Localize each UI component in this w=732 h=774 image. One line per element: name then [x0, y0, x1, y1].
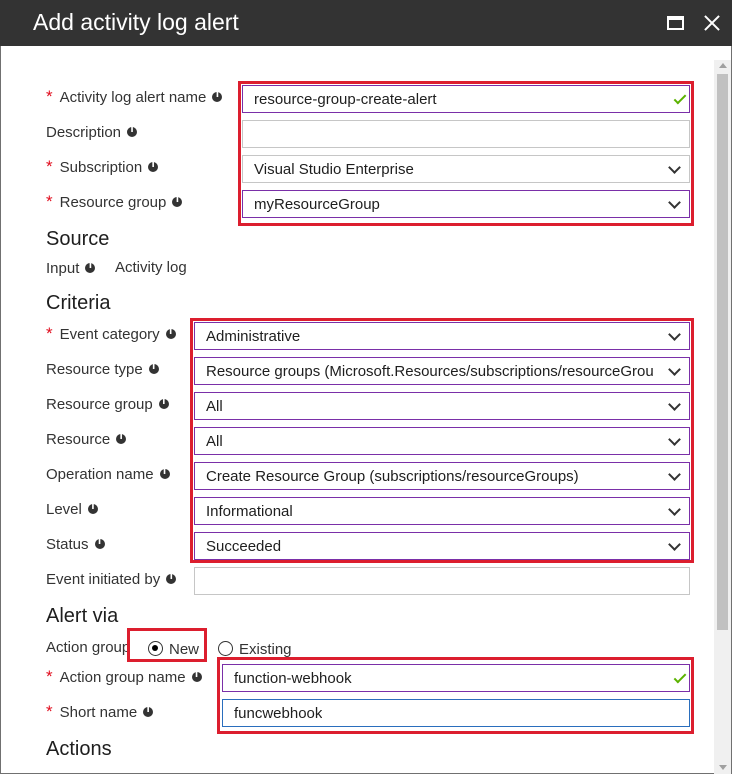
action-group-label: Action group [46, 638, 131, 656]
info-icon[interactable] [165, 327, 176, 339]
info-icon[interactable] [127, 125, 138, 137]
info-icon[interactable] [166, 572, 177, 584]
chevron-down-icon [668, 196, 681, 209]
close-icon[interactable] [700, 11, 724, 35]
action-group-name-input[interactable]: function-webhook [222, 664, 690, 692]
source-heading: Source [46, 228, 110, 250]
info-icon[interactable] [87, 502, 98, 514]
status-select[interactable]: Succeeded [194, 532, 690, 560]
chevron-down-icon [668, 503, 681, 516]
info-icon[interactable] [148, 160, 159, 172]
scroll-up-icon[interactable] [719, 63, 727, 68]
description-input[interactable] [242, 120, 690, 148]
resource-label: Resource [46, 428, 127, 450]
info-icon[interactable] [148, 362, 159, 374]
chevron-down-icon [668, 398, 681, 411]
resource-type-select[interactable]: Resource groups (Microsoft.Resources/sub… [194, 357, 690, 385]
info-icon[interactable] [143, 705, 154, 717]
required-marker: * [46, 87, 53, 106]
radio-button[interactable] [218, 640, 233, 656]
resource-select[interactable]: All [194, 427, 690, 455]
chevron-down-icon [668, 468, 681, 481]
radio-new[interactable]: New [148, 638, 199, 658]
valid-check-icon [673, 670, 687, 684]
short-name-input[interactable]: funcwebhook [222, 699, 690, 727]
info-icon[interactable] [159, 467, 170, 479]
required-marker: * [46, 324, 53, 343]
operation-name-label: Operation name [46, 463, 170, 485]
alert-via-heading: Alert via [46, 605, 119, 627]
required-marker: * [46, 667, 53, 686]
info-icon[interactable] [172, 195, 183, 207]
valid-check-icon [673, 91, 687, 105]
chevron-down-icon [668, 328, 681, 341]
maximize-icon[interactable] [664, 11, 688, 35]
alert-name-input[interactable]: resource-group-create-alert [242, 85, 690, 113]
subscription-label: * Subscription [46, 156, 159, 178]
info-icon[interactable] [212, 90, 223, 102]
level-label: Level [46, 498, 98, 520]
scroll-down-icon[interactable] [719, 765, 727, 770]
input-value: Activity log [115, 259, 187, 276]
chevron-down-icon [668, 161, 681, 174]
event-category-select[interactable]: Administrative [194, 322, 690, 350]
chevron-down-icon [668, 538, 681, 551]
info-icon[interactable] [191, 670, 202, 682]
level-select[interactable]: Informational [194, 497, 690, 525]
criteria-resource-group-label: Resource group [46, 393, 169, 415]
resource-group-select[interactable]: myResourceGroup [242, 190, 690, 218]
criteria-heading: Criteria [46, 292, 111, 314]
chevron-down-icon [668, 433, 681, 446]
resource-type-label: Resource type [46, 358, 159, 380]
criteria-resource-group-select[interactable]: All [194, 392, 690, 420]
info-icon[interactable] [94, 537, 105, 549]
operation-name-select[interactable]: Create Resource Group (subscriptions/res… [194, 462, 690, 490]
required-marker: * [46, 702, 53, 721]
dialog-title: Add activity log alert [33, 9, 239, 35]
subscription-select[interactable]: Visual Studio Enterprise [242, 155, 690, 183]
actions-heading: Actions [46, 738, 112, 760]
description-label: Description [46, 121, 138, 143]
info-icon[interactable] [116, 432, 127, 444]
resource-group-label: * Resource group [46, 191, 183, 213]
status-label: Status [46, 533, 105, 555]
required-marker: * [46, 157, 53, 176]
title-bar: Add activity log alert [0, 0, 732, 46]
info-icon[interactable] [158, 397, 169, 409]
event-initiated-input[interactable] [194, 567, 690, 595]
chevron-down-icon [668, 363, 681, 376]
alert-name-label: * Activity log alert name [46, 86, 223, 108]
event-initiated-label: Event initiated by [46, 568, 177, 590]
event-category-label: * Event category [46, 323, 176, 345]
radio-existing[interactable]: Existing [218, 638, 292, 658]
info-icon[interactable] [85, 261, 96, 273]
radio-button-selected[interactable] [148, 640, 163, 656]
required-marker: * [46, 192, 53, 211]
input-label: Input [46, 257, 96, 279]
action-group-name-label: * Action group name [46, 666, 202, 688]
vertical-scrollbar[interactable] [714, 60, 731, 774]
short-name-label: * Short name [46, 701, 154, 723]
scroll-thumb[interactable] [717, 74, 728, 630]
